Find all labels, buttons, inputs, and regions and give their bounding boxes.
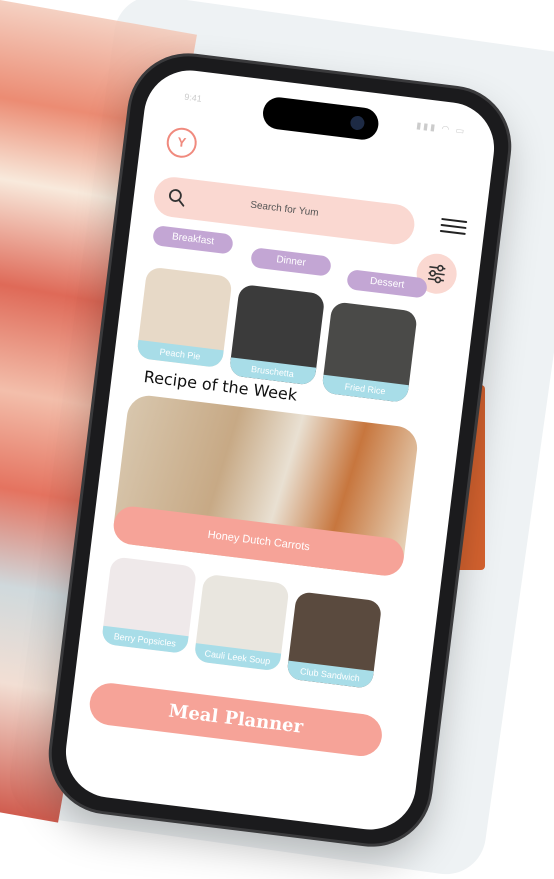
recipe-card-bruschetta[interactable]: Bruschetta — [228, 283, 326, 386]
app-screen: 9:41 ▮▮▮ ◠ ▭ Y Search for Yum Breakfast — [60, 65, 500, 835]
status-time: 9:41 — [183, 91, 203, 104]
recipe-card-label: Club Sandwich — [286, 660, 374, 689]
recipe-card-peach-pie[interactable]: Peach Pie — [136, 266, 233, 369]
dynamic-island — [261, 95, 381, 142]
recipe-card-club-sandwich[interactable]: Club Sandwich — [286, 591, 383, 689]
recipe-card-label: Berry Popsicles — [101, 625, 189, 655]
recipe-card-cauli-leek-soup[interactable]: Cauli Leek Soup — [193, 573, 290, 672]
recipe-card-label: Cauli Leek Soup — [193, 643, 282, 672]
recipe-card-label: Fried Rice — [321, 374, 409, 404]
hamburger-menu-icon[interactable] — [439, 214, 468, 239]
category-chip-dinner[interactable]: Dinner — [250, 247, 332, 277]
meal-planner-button[interactable]: Meal Planner — [87, 680, 385, 759]
app-logo-icon[interactable]: Y — [164, 126, 199, 160]
search-input[interactable]: Search for Yum — [154, 188, 415, 231]
status-icons: ▮▮▮ ◠ ▭ — [415, 120, 467, 137]
recipe-card-fried-rice[interactable]: Fried Rice — [321, 301, 418, 404]
sliders-icon — [427, 264, 446, 284]
recipe-card-berry-popsicles[interactable]: Berry Popsicles — [101, 556, 198, 655]
category-chip-breakfast[interactable]: Breakfast — [152, 225, 234, 255]
recipe-card-label: Peach Pie — [136, 339, 224, 369]
